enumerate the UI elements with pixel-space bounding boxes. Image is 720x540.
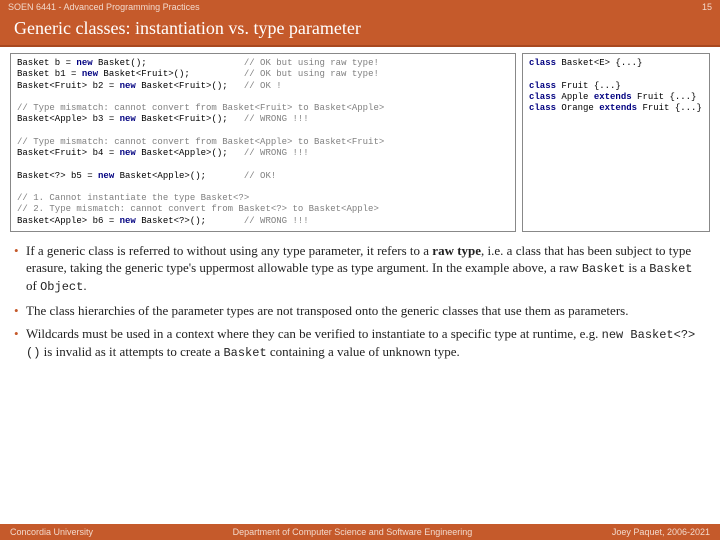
bullet-1: If a generic class is referred to withou… bbox=[14, 242, 706, 296]
footer-right: Joey Paquet, 2006-2021 bbox=[612, 527, 710, 537]
slide-title: Generic classes: instantiation vs. type … bbox=[0, 14, 720, 47]
top-header: SOEN 6441 - Advanced Programming Practic… bbox=[0, 0, 720, 14]
page-number: 15 bbox=[702, 2, 712, 12]
code-area: Basket b = new Basket(); // OK but using… bbox=[0, 47, 720, 236]
footer-center: Department of Computer Science and Softw… bbox=[233, 527, 473, 537]
bullet-2: The class hierarchies of the parameter t… bbox=[14, 302, 706, 320]
footer: Concordia University Department of Compu… bbox=[0, 524, 720, 540]
bullet-list: If a generic class is referred to withou… bbox=[0, 236, 720, 362]
course-label: SOEN 6441 - Advanced Programming Practic… bbox=[8, 2, 200, 12]
code-left: Basket b = new Basket(); // OK but using… bbox=[10, 53, 516, 232]
code-right: class Basket<E> {...} class Fruit {...} … bbox=[522, 53, 710, 232]
bullet-3: Wildcards must be used in a context wher… bbox=[14, 325, 706, 361]
footer-left: Concordia University bbox=[10, 527, 93, 537]
